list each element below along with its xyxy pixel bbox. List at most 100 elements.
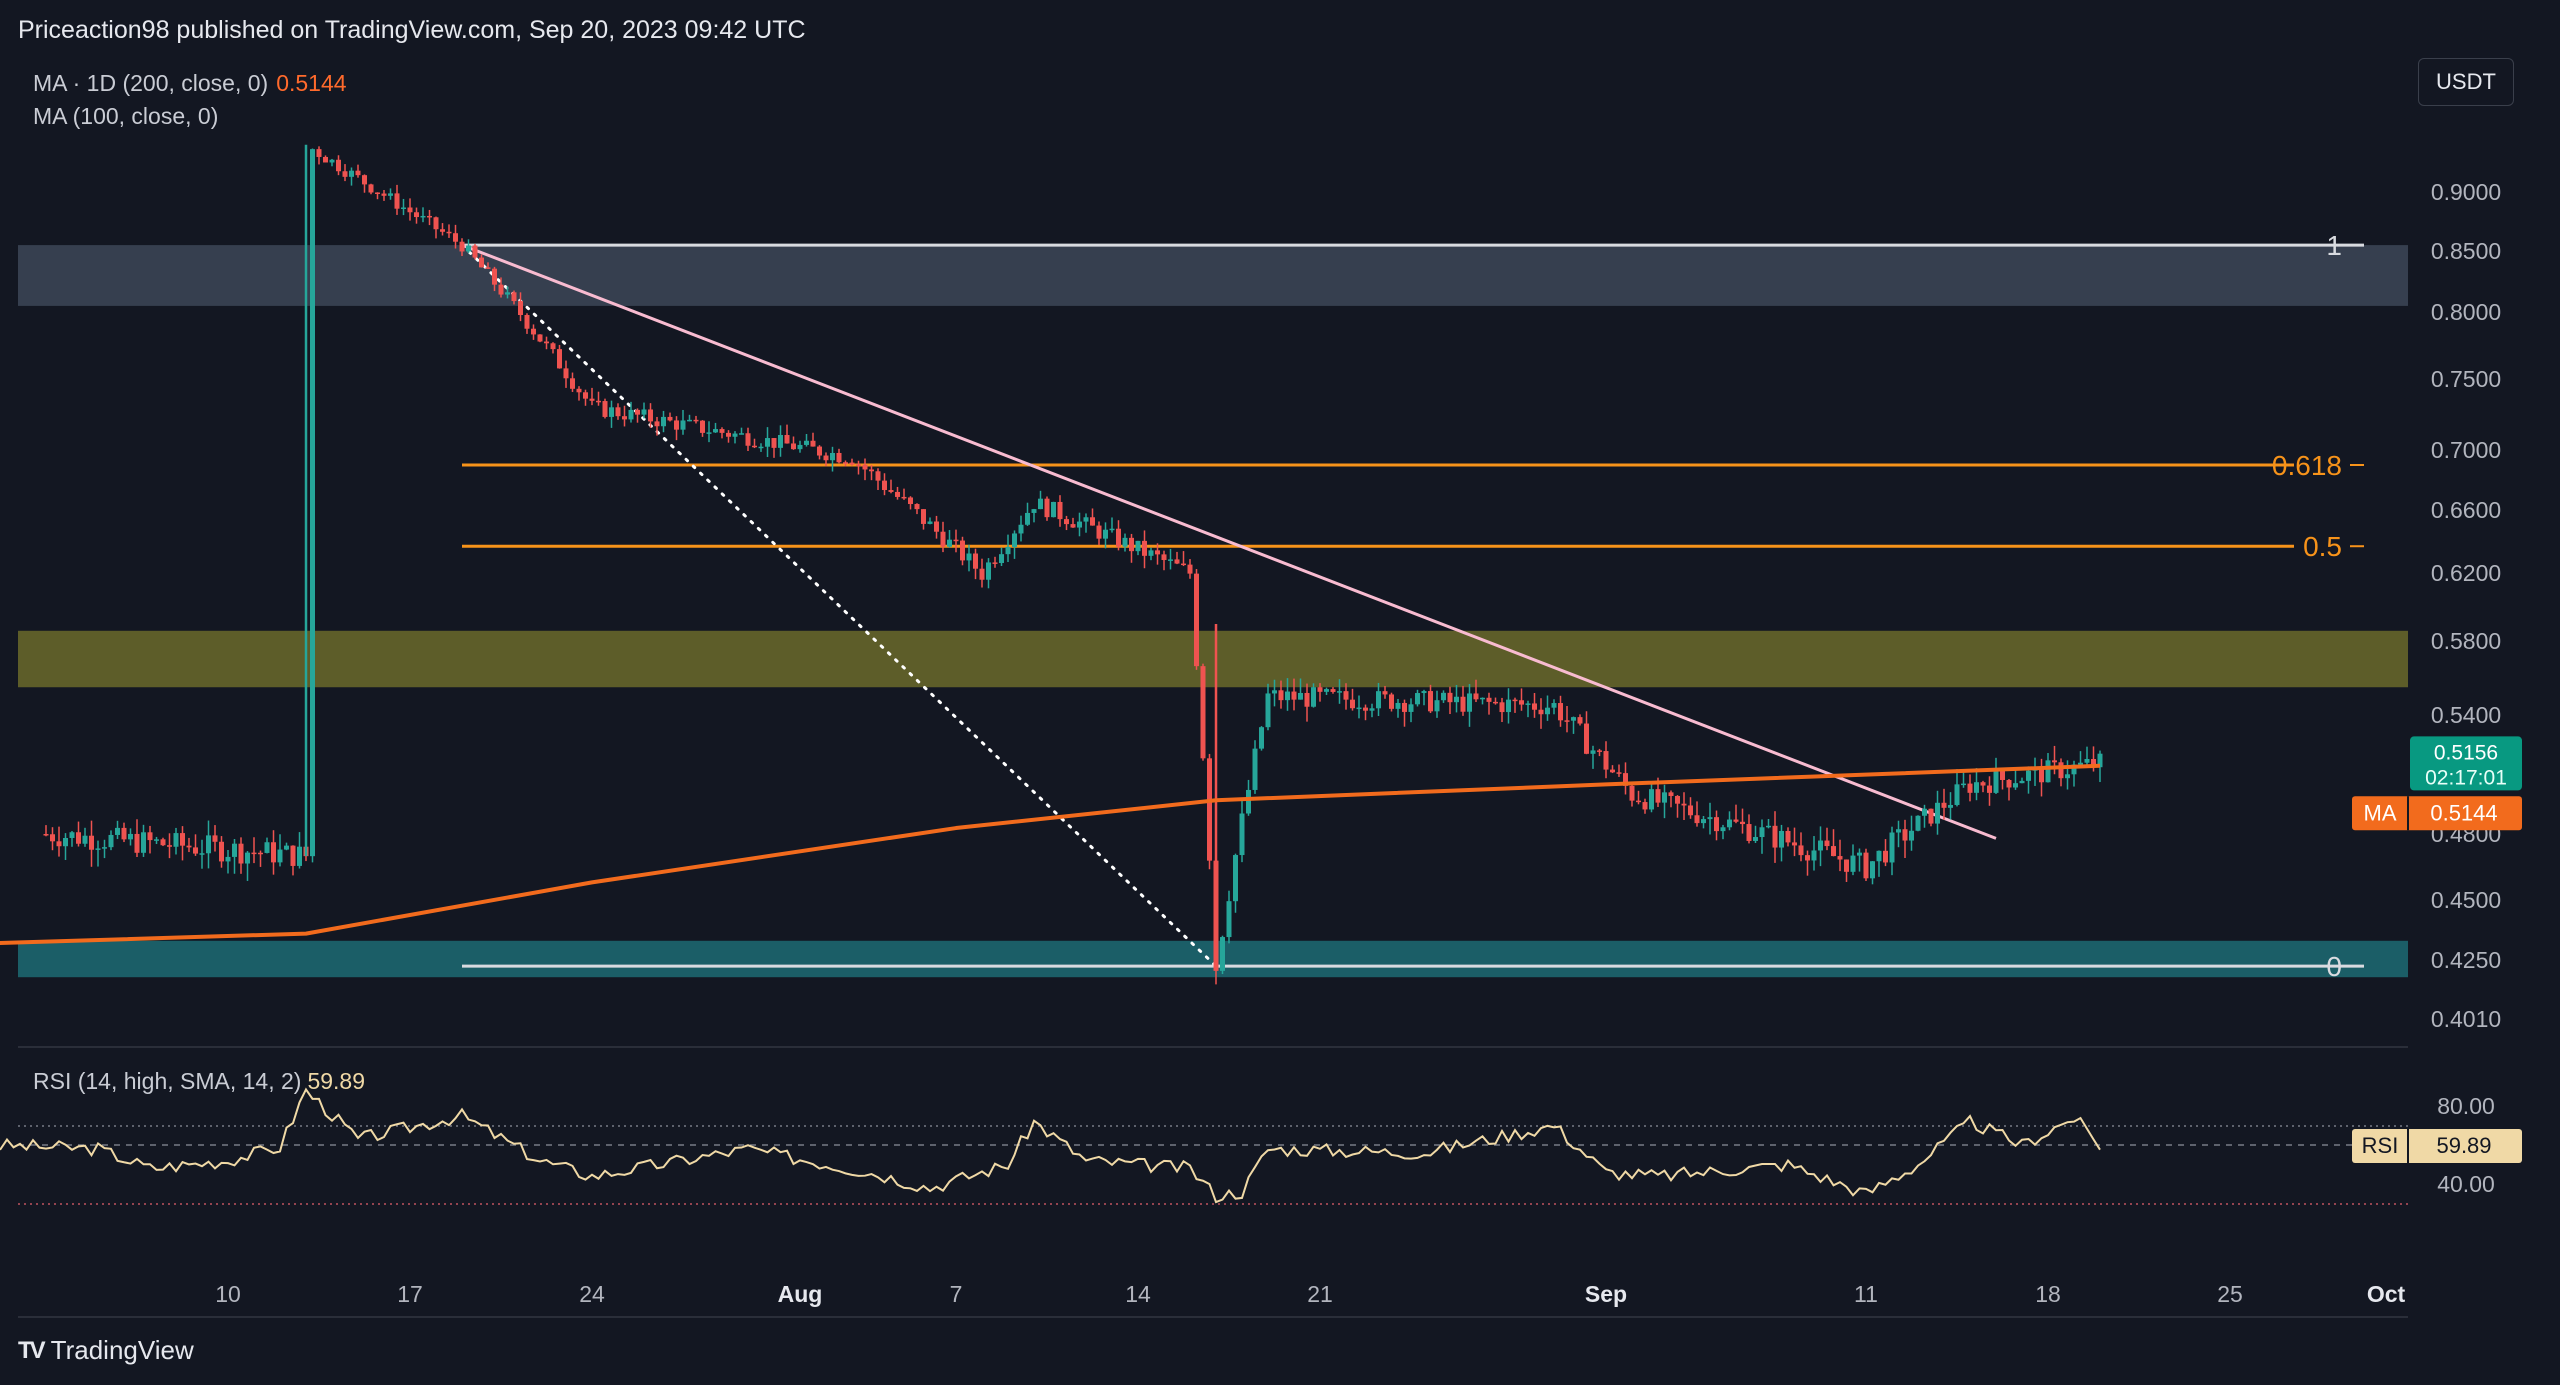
- candle-body-301: [2000, 770, 2005, 780]
- candle-body-43: [323, 156, 328, 163]
- candle-body-67: [479, 257, 484, 268]
- candle-body-105: [726, 432, 731, 437]
- candle-body-170: [1148, 550, 1154, 556]
- candle-body-229: [1532, 703, 1537, 710]
- currency-button[interactable]: USDT: [2418, 58, 2514, 106]
- rsi-legend[interactable]: RSI (14, high, SMA, 14, 2) 59.89: [33, 1068, 365, 1095]
- candle-body-44: [329, 159, 335, 163]
- candle-body-227: [1519, 700, 1524, 705]
- candle-body-272: [1811, 850, 1817, 861]
- candle-body-247: [1649, 789, 1654, 810]
- candle-body-47: [349, 170, 354, 177]
- zones-layer: [18, 245, 2408, 978]
- time-tick-label: 10: [215, 1281, 241, 1307]
- candle-body-34: [264, 842, 270, 853]
- candle-body-184: [1239, 813, 1245, 856]
- candle-body-183: [1233, 855, 1238, 902]
- candle-body-80: [563, 368, 569, 379]
- candle-body-126: [862, 464, 868, 470]
- candle-body-74: [524, 315, 530, 329]
- candle-body-23: [193, 847, 198, 854]
- candle-body-114: [784, 435, 790, 444]
- chart-canvas[interactable]: 1 0.618 0.5 0 0.9000 0.8500 0.8000 0.7500 0.700…: [0, 0, 2560, 1385]
- candle-body-145: [986, 562, 991, 580]
- candle-body-224: [1499, 702, 1505, 713]
- time-tick-label: 21: [1307, 1281, 1333, 1307]
- time-tick-label: 24: [579, 1281, 605, 1307]
- candle-body-234: [1564, 720, 1570, 722]
- tradingview-logo[interactable]: TV TradingView: [18, 1335, 194, 1366]
- candle-body-289: [1922, 808, 1927, 816]
- candle-body-157: [1064, 519, 1069, 525]
- candle-body-292: [1941, 802, 1947, 808]
- candle-body-106: [732, 433, 738, 437]
- candle-body-202: [1356, 707, 1362, 710]
- candle-body-154: [1044, 498, 1050, 518]
- candle-body-285: [1896, 829, 1901, 833]
- candle-body-200: [1343, 691, 1349, 700]
- candle-body-68: [485, 267, 491, 269]
- ma100-legend[interactable]: MA (100, close, 0): [33, 103, 218, 130]
- candle-body-112: [771, 438, 777, 448]
- candle-body-193: [1298, 692, 1303, 700]
- candle-body-49: [362, 175, 367, 185]
- candle-body-214: [1434, 700, 1440, 712]
- candle-body-21: [180, 833, 185, 846]
- candle-body-254: [1694, 815, 1700, 824]
- candle-body-32: [251, 852, 257, 855]
- publisher-attribution: Priceaction98 published on TradingView.c…: [18, 16, 806, 44]
- candle-body-270: [1798, 845, 1804, 856]
- candle-body-27: [219, 841, 224, 862]
- fibonacci-layer: 1 0.618 0.5 0: [462, 230, 2364, 982]
- ma200-legend[interactable]: MA · 1D (200, close, 0) 0.5144: [33, 70, 347, 97]
- candle-body-176: [1187, 564, 1193, 574]
- candle-body-267: [1779, 830, 1784, 848]
- candle-body-26: [212, 835, 218, 842]
- candle-body-225: [1506, 699, 1511, 713]
- candle-body-139: [947, 539, 952, 547]
- candle-body-119: [817, 446, 822, 456]
- candle-body-159: [1077, 521, 1082, 528]
- candle-body-275: [1831, 846, 1836, 857]
- price-tick-label: 0.5400: [2431, 702, 2501, 728]
- candle-body-208: [1395, 702, 1401, 709]
- candle-body-196: [1317, 687, 1323, 692]
- candle-body-8: [95, 848, 101, 850]
- last-price-countdown: 02:17:01: [2425, 766, 2507, 789]
- price-tick-label: 0.4250: [2431, 947, 2501, 973]
- candle-body-283: [1883, 850, 1888, 863]
- candle-body-62: [446, 231, 452, 234]
- candle-body-99: [687, 419, 692, 422]
- candle-body-213: [1428, 691, 1433, 712]
- candle-body-244: [1629, 785, 1635, 801]
- candle-body-130: [888, 490, 894, 492]
- candle-body-143: [973, 553, 978, 569]
- ma100-label: MA (100, close, 0): [33, 103, 219, 129]
- candle-body-86: [602, 401, 608, 417]
- candle-body-142: [966, 553, 972, 561]
- candle-body-84: [589, 398, 595, 401]
- candle-body-257: [1714, 817, 1719, 832]
- candle-body-61: [440, 229, 445, 232]
- candle-body-52: [381, 193, 387, 196]
- fib-label-1: 1: [2326, 230, 2342, 261]
- candle-body-115: [791, 443, 796, 450]
- candle-body-2: [56, 841, 62, 847]
- candle-body-164: [1109, 528, 1115, 531]
- rsi-tag-value: 59.89: [2436, 1133, 2491, 1158]
- candle-body-235: [1571, 717, 1576, 721]
- candle-body-204: [1369, 708, 1375, 711]
- candle-body-218: [1460, 696, 1466, 712]
- candle-body-103: [713, 429, 718, 433]
- candle-body-182: [1226, 901, 1232, 938]
- candle-body-291: [1935, 802, 1940, 824]
- time-tick-label: Sep: [1585, 1281, 1627, 1307]
- candle-body-22: [186, 845, 192, 848]
- downtrend-line: [461, 243, 1997, 840]
- tradingview-logo-text: TradingView: [50, 1335, 194, 1365]
- rsi-tick-label: 80.00: [2437, 1093, 2495, 1119]
- candle-body-19: [167, 845, 172, 847]
- candle-body-163: [1103, 529, 1108, 539]
- candle-body-72: [511, 292, 517, 302]
- candle-body-181: [1220, 937, 1225, 971]
